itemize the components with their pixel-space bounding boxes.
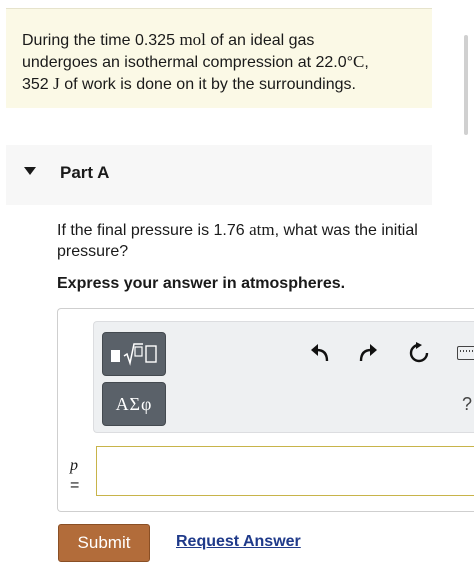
redo-icon[interactable] <box>355 340 381 366</box>
problem-statement: During the time 0.325 mol of an ideal ga… <box>6 8 432 108</box>
greek-symbols-button[interactable]: ΑΣφ <box>102 382 166 426</box>
unit-mol: mol <box>179 30 206 49</box>
submit-button[interactable]: Submit <box>58 524 150 562</box>
problem-text: undergoes an isothermal compression at 2… <box>22 54 354 71</box>
caret-down-icon[interactable] <box>24 167 36 175</box>
problem-text: of work is done on it by the surrounding… <box>64 76 356 93</box>
equals-sign: = <box>70 477 80 494</box>
reset-icon[interactable] <box>406 340 432 366</box>
unit-joule: J <box>53 74 60 93</box>
problem-line-2: undergoes an isothermal compression at 2… <box>22 51 432 73</box>
unit-celsius: C <box>353 52 365 71</box>
problem-text: of an ideal gas <box>210 32 315 49</box>
problem-line-3: 352 J of work is done on it by the surro… <box>22 73 432 95</box>
answer-instruction: Express your answer in atmospheres. <box>57 275 346 292</box>
problem-text: , <box>364 54 369 71</box>
answer-input[interactable] <box>96 446 474 496</box>
answer-variable: p <box>70 457 78 474</box>
templates-sqrt-icon <box>111 343 157 366</box>
scrollbar[interactable] <box>464 35 468 135</box>
question-text: If the final pressure is 1.76 atm, what … <box>57 219 437 262</box>
work-value: 352 <box>22 76 49 93</box>
undo-icon[interactable] <box>307 340 333 366</box>
problem-line-1: During the time 0.325 mol of an ideal ga… <box>22 29 432 51</box>
symbols-label: ΑΣφ <box>115 393 153 414</box>
part-a-header[interactable]: Part A <box>6 145 432 205</box>
unit-atm: atm <box>249 220 275 239</box>
part-title: Part A <box>60 163 110 182</box>
help-icon[interactable]: ? <box>462 394 472 415</box>
request-answer-link[interactable]: Request Answer <box>176 533 301 551</box>
templates-button[interactable] <box>102 332 166 376</box>
problem-text: During the time 0.325 <box>22 32 175 49</box>
keyboard-icon[interactable] <box>457 346 474 360</box>
question-text-start: If the final pressure is 1.76 <box>57 222 245 239</box>
